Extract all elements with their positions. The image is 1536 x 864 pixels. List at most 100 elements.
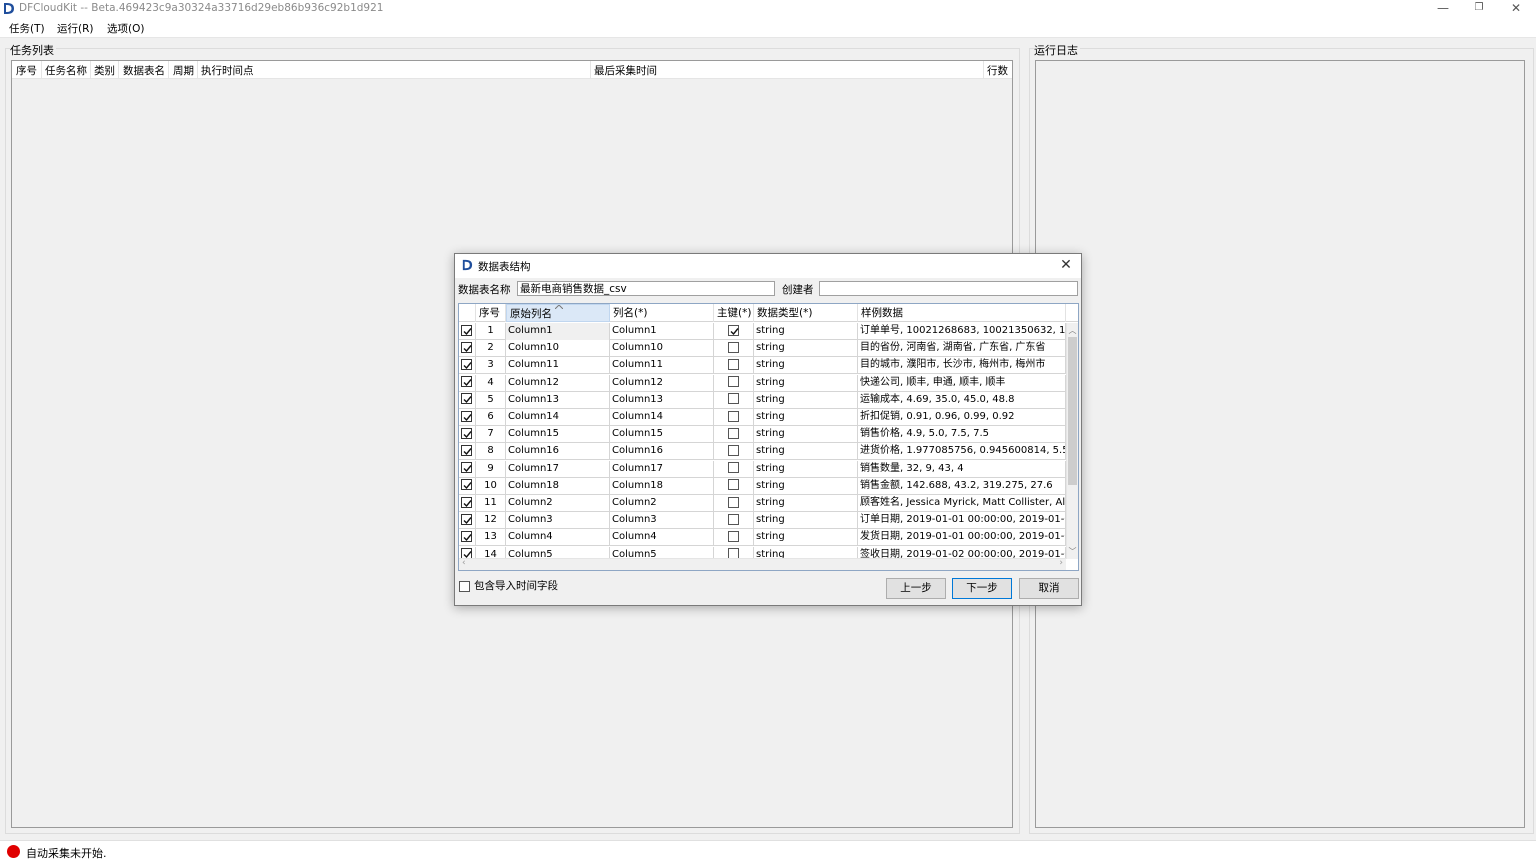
column-name-cell[interactable]: Column3 — [610, 512, 714, 530]
data-type-cell[interactable]: string — [754, 495, 858, 512]
checkbox-box[interactable] — [461, 513, 472, 525]
primary-key-checkbox[interactable] — [728, 462, 739, 474]
checkbox-box[interactable] — [461, 341, 472, 353]
table-row[interactable]: 7 Column15 Column15 string 销售价格, 4.9, 5.0, 7… — [459, 426, 1066, 444]
dialog-close-button[interactable]: ✕ — [1055, 255, 1077, 275]
checkbox-box[interactable] — [461, 530, 472, 542]
cancel-button[interactable]: 取消 — [1019, 578, 1079, 599]
row-select-checkbox[interactable] — [459, 340, 476, 358]
menu-options[interactable]: 选项(O) — [107, 21, 144, 36]
table-row[interactable]: 8 Column16 Column16 string 进货价格, 1.977085756… — [459, 443, 1066, 461]
row-select-checkbox[interactable] — [459, 323, 476, 340]
table-row[interactable]: 1 Column1 Column1 string 订单单号, 10021268683, … — [459, 323, 1066, 340]
table-row[interactable]: 4 Column12 Column12 string 快递公司, 顺丰, 申通, 顺丰,… — [459, 374, 1066, 392]
checkbox-box[interactable] — [461, 393, 472, 405]
col-header-period[interactable]: 周期 — [173, 63, 194, 78]
col-header-index[interactable]: 序号 — [16, 63, 37, 78]
column-name-cell[interactable]: Column2 — [610, 495, 714, 512]
table-row[interactable]: 5 Column13 Column13 string 运输成本, 4.69, 35.0,… — [459, 391, 1066, 409]
table-name-input[interactable] — [517, 281, 775, 296]
col-header-column-name[interactable]: 列名(*) — [610, 304, 714, 322]
data-type-cell[interactable]: string — [754, 391, 858, 409]
primary-key-cell[interactable] — [714, 460, 754, 478]
col-header-table-name[interactable]: 数据表名 — [123, 63, 165, 78]
data-type-cell[interactable]: string — [754, 443, 858, 461]
primary-key-cell[interactable] — [714, 374, 754, 392]
grid-horizontal-scrollbar[interactable]: ‹ › — [459, 558, 1066, 570]
primary-key-checkbox[interactable] — [728, 427, 739, 439]
row-select-checkbox[interactable] — [459, 409, 476, 426]
primary-key-cell[interactable] — [714, 340, 754, 358]
table-row[interactable]: 12 Column3 Column3 string 订单日期, 2019-01-01 0… — [459, 512, 1066, 530]
table-row[interactable]: 2 Column10 Column10 string 目的省份, 河南省, 湖南省, 广… — [459, 340, 1066, 358]
column-name-cell[interactable]: Column12 — [610, 374, 714, 392]
data-type-cell[interactable]: string — [754, 512, 858, 530]
primary-key-checkbox[interactable] — [728, 496, 739, 508]
column-name-cell[interactable]: Column11 — [610, 357, 714, 375]
column-name-cell[interactable]: Column14 — [610, 409, 714, 426]
data-type-cell[interactable]: string — [754, 323, 858, 340]
row-select-checkbox[interactable] — [459, 426, 476, 444]
col-header-primary-key[interactable]: 主键(*) — [714, 304, 754, 322]
table-row[interactable]: 3 Column11 Column11 string 目的城市, 濮阳市, 长沙市, 梅… — [459, 357, 1066, 375]
col-header-last-collect[interactable]: 最后采集时间 — [594, 63, 657, 78]
creator-input[interactable] — [819, 281, 1078, 296]
minimize-button[interactable]: — — [1425, 0, 1461, 18]
checkbox-box[interactable] — [461, 427, 472, 439]
checkbox-box[interactable] — [461, 358, 472, 370]
table-row[interactable]: 10 Column18 Column18 string 销售金额, 142.688, 4… — [459, 477, 1066, 495]
grid-vertical-scrollbar[interactable]: ︿ ﹀ — [1066, 323, 1078, 559]
primary-key-cell[interactable] — [714, 495, 754, 512]
scroll-down-icon[interactable]: ﹀ — [1067, 546, 1078, 557]
column-name-cell[interactable]: Column1 — [610, 323, 714, 340]
row-select-checkbox[interactable] — [459, 529, 476, 547]
col-header-sample-data[interactable]: 样例数据 — [858, 304, 1066, 322]
col-header-category[interactable]: 类别 — [94, 63, 115, 78]
close-window-button[interactable]: ✕ — [1498, 0, 1534, 18]
checkbox-box[interactable] — [459, 580, 470, 592]
checkbox-box[interactable] — [461, 324, 472, 336]
checkbox-box[interactable] — [461, 496, 472, 508]
data-type-cell[interactable]: string — [754, 426, 858, 444]
primary-key-checkbox[interactable] — [728, 513, 739, 525]
scroll-right-icon[interactable]: › — [1059, 558, 1063, 568]
data-type-cell[interactable]: string — [754, 340, 858, 358]
primary-key-cell[interactable] — [714, 443, 754, 461]
col-header-index[interactable]: 序号 — [476, 304, 506, 322]
primary-key-cell[interactable] — [714, 391, 754, 409]
row-select-checkbox[interactable] — [459, 391, 476, 409]
primary-key-checkbox[interactable] — [728, 376, 739, 388]
primary-key-checkbox[interactable] — [728, 444, 739, 456]
primary-key-checkbox[interactable] — [728, 358, 739, 370]
checkbox-box[interactable] — [461, 479, 472, 491]
table-row[interactable]: 6 Column14 Column14 string 折扣促销, 0.91, 0.96,… — [459, 409, 1066, 426]
data-type-cell[interactable]: string — [754, 529, 858, 547]
log-textbox[interactable] — [1035, 60, 1525, 828]
primary-key-cell[interactable] — [714, 357, 754, 375]
primary-key-checkbox[interactable] — [728, 410, 739, 422]
checkbox-box[interactable] — [461, 444, 472, 456]
col-header-task-name[interactable]: 任务名称 — [45, 63, 87, 78]
select-all-header[interactable] — [459, 304, 476, 322]
row-select-checkbox[interactable] — [459, 512, 476, 530]
primary-key-checkbox[interactable] — [728, 479, 739, 491]
column-name-cell[interactable]: Column18 — [610, 477, 714, 495]
primary-key-checkbox[interactable] — [728, 530, 739, 542]
table-row[interactable]: 9 Column17 Column17 string 销售数量, 32, 9, 43, … — [459, 460, 1066, 478]
next-step-button[interactable]: 下一步 — [952, 578, 1012, 599]
column-name-cell[interactable]: Column16 — [610, 443, 714, 461]
include-import-time-checkbox[interactable] — [459, 579, 470, 592]
row-select-checkbox[interactable] — [459, 495, 476, 512]
menu-run[interactable]: 运行(R) — [57, 21, 94, 36]
row-select-checkbox[interactable] — [459, 374, 476, 392]
col-header-rows[interactable]: 行数 — [987, 63, 1008, 78]
primary-key-checkbox[interactable] — [728, 324, 739, 336]
column-schema-grid[interactable]: 序号 原始列名 列名(*) 主键(*) 数据类型(*) 样例数据 1 Column… — [458, 303, 1079, 571]
row-select-checkbox[interactable] — [459, 477, 476, 495]
data-type-cell[interactable]: string — [754, 357, 858, 375]
menu-task[interactable]: 任务(T) — [9, 21, 45, 36]
col-header-exec-time[interactable]: 执行时间点 — [201, 63, 254, 78]
column-name-cell[interactable]: Column13 — [610, 391, 714, 409]
data-type-cell[interactable]: string — [754, 374, 858, 392]
column-name-cell[interactable]: Column10 — [610, 340, 714, 358]
